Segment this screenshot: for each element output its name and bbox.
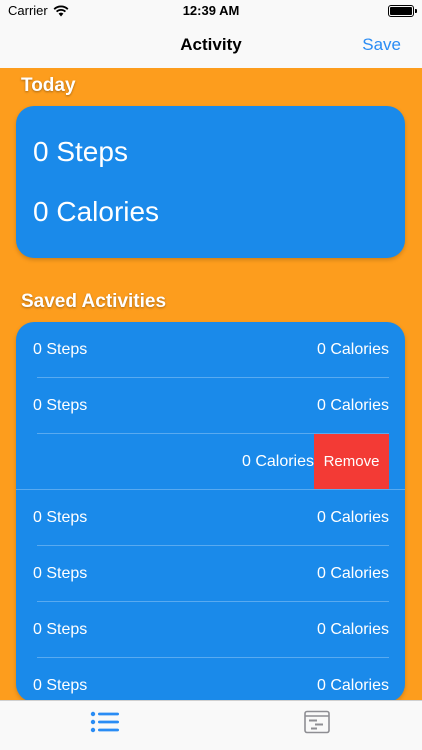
- today-steps: 0 Steps: [33, 136, 128, 167]
- saved-activity-row[interactable]: 0 Steps 0 Calories: [16, 490, 405, 546]
- today-section-title: Today: [21, 75, 76, 96]
- row-steps: 0 Steps: [33, 621, 88, 638]
- tab-activities-list[interactable]: [90, 710, 120, 734]
- row-calories: 0 Calories: [316, 341, 389, 358]
- today-card: 0 Steps 0 Calories: [16, 106, 405, 258]
- status-time: 12:39 AM: [182, 3, 240, 18]
- row-calories: 0 Calories: [316, 677, 389, 694]
- saved-section-title: Saved Activities: [21, 291, 167, 312]
- row-steps: 0 Steps: [33, 341, 88, 358]
- today-calories: 0 Calories: [33, 196, 160, 227]
- activity-content[interactable]: Today 0 Steps 0 Calories Saved Activitie…: [0, 68, 422, 700]
- row-calories: 0 Calories: [316, 565, 389, 582]
- saved-activity-row[interactable]: 0 Steps 0 Calories: [16, 602, 405, 658]
- page-title: Activity: [180, 35, 242, 54]
- row-calories: 0 Calories: [316, 509, 389, 526]
- save-button[interactable]: Save: [362, 35, 401, 55]
- activity-icon: [304, 710, 330, 734]
- saved-activity-row[interactable]: 0 Steps 0 Calories: [16, 378, 405, 434]
- row-calories: 0 Calories: [316, 621, 389, 638]
- row-steps: 0 Steps: [33, 397, 88, 414]
- row-steps: 0 Steps: [33, 677, 88, 694]
- list-icon: [90, 711, 119, 733]
- saved-activity-row[interactable]: 0 Steps 0 Calories: [16, 658, 405, 700]
- battery-icon: [388, 5, 417, 17]
- battery-level: [390, 7, 412, 15]
- row-steps: 0 Steps: [33, 509, 88, 526]
- saved-activities-list[interactable]: 0 Steps 0 Calories 0 Steps 0 Calories 0 …: [16, 322, 405, 700]
- status-bar: Carrier 12:39 AM: [0, 0, 422, 22]
- row-calories: 0 Calories: [241, 453, 314, 470]
- row-steps: 0 Steps: [33, 565, 88, 582]
- saved-activity-row[interactable]: 0 Steps 0 Calories: [16, 322, 405, 378]
- row-calories: 0 Calories: [316, 397, 389, 414]
- navigation-bar: Activity Save: [0, 22, 422, 68]
- saved-activity-row-swiped[interactable]: 0 Calories Remove: [16, 434, 405, 490]
- tab-activity[interactable]: [303, 710, 333, 734]
- remove-button[interactable]: Remove: [314, 434, 389, 489]
- tab-bar: [0, 700, 422, 750]
- saved-activity-row[interactable]: 0 Steps 0 Calories: [16, 546, 405, 602]
